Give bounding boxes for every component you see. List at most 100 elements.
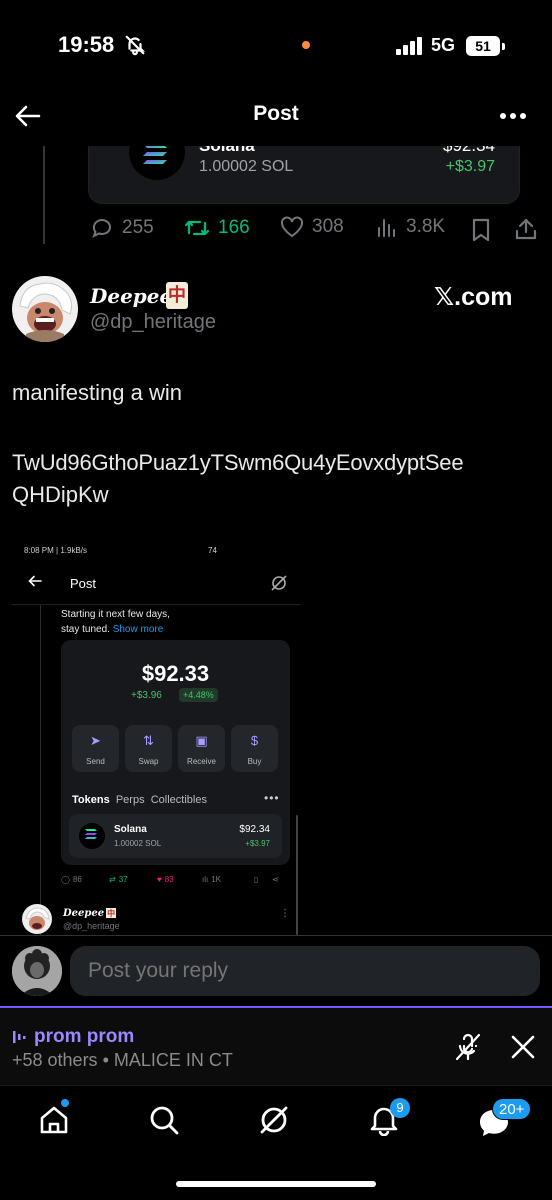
reply-input[interactable] — [70, 946, 540, 996]
image-mahjong-emoji: 中 — [106, 908, 117, 918]
author-display-name[interactable]: Deepee — [90, 284, 172, 308]
image-views-count: 1K — [211, 875, 222, 884]
space-title[interactable]: prom prom — [12, 1026, 134, 1048]
x-com-logo[interactable]: 𝕏.com — [434, 282, 513, 312]
image-like: ♥ 83 — [157, 875, 174, 884]
image-token-row: Solana 1.00002 SOL $92.34 +$3.97 — [69, 814, 282, 858]
current-user-avatar[interactable] — [12, 946, 62, 996]
image-like-count: 83 — [164, 875, 174, 884]
image-status-right: 74 — [208, 546, 217, 555]
network-type: 5G — [431, 35, 456, 55]
image-balance-delta: +$3.96 — [131, 690, 162, 701]
image-send-action: ➤ Send — [72, 725, 119, 772]
home-icon[interactable] — [38, 1104, 70, 1136]
image-divider — [12, 604, 300, 605]
image-repost-icon: ⇄ — [109, 875, 116, 884]
reply-button[interactable]: 255 — [90, 216, 154, 240]
image-text-line: Starting it next few days, — [61, 609, 170, 620]
image-thread-line — [40, 605, 41, 935]
image-action-label: Swap — [138, 757, 159, 766]
views-button[interactable]: 3.8K — [376, 216, 445, 238]
image-reply: ◯ 86 — [61, 875, 82, 884]
author-avatar[interactable] — [12, 276, 78, 342]
author-handle[interactable]: @dp_heritage — [90, 311, 216, 334]
image-token-name: Solana — [114, 824, 147, 835]
repost-icon — [184, 220, 210, 236]
reply-count: 255 — [122, 217, 154, 238]
previous-token-name: Solana — [199, 146, 255, 156]
repost-count: 166 — [218, 217, 250, 238]
image-more-dots-icon: ••• — [264, 791, 280, 805]
messages-badge: 20+ — [492, 1098, 532, 1120]
image-repost-count: 37 — [118, 875, 128, 884]
home-indicator[interactable] — [176, 1181, 376, 1187]
live-space-bar[interactable]: prom prom +58 others • MALICE IN CT — [0, 1008, 552, 1085]
image-author-name-text: Deepee — [63, 908, 105, 919]
image-views: ılı 1K — [202, 875, 221, 884]
qr-code-icon: ▣ — [195, 733, 208, 748]
image-title: Post — [70, 576, 97, 591]
privacy-indicator-dot — [302, 41, 310, 49]
repost-button[interactable]: 166 — [184, 216, 250, 240]
image-tab-collectibles: Collectibles — [150, 794, 207, 806]
image-balance-pct: +4.48% — [179, 688, 218, 702]
image-wallet-card: $92.33 +$3.96 +4.48% ➤ Send ⇅ Swap ▣ Receiv… — [61, 640, 290, 865]
image-balance: $92.33 — [141, 661, 210, 686]
page-title: Post — [253, 102, 299, 125]
heart-icon — [281, 216, 303, 238]
image-action-label: Receive — [187, 757, 216, 766]
bookmark-icon[interactable] — [470, 218, 492, 242]
image-solana-icon — [79, 823, 105, 849]
previous-post-image-card[interactable]: Solana 1.00002 SOL $92.34 +$3.97 — [88, 146, 520, 204]
battery-nub — [502, 43, 505, 50]
image-kebab-icon: ⋮ — [280, 908, 290, 919]
views-chart-icon — [378, 219, 395, 237]
image-swap-action: ⇅ Swap — [125, 725, 172, 772]
image-author-handle: @dp_heritage — [63, 921, 120, 931]
space-title-text: prom prom — [34, 1026, 135, 1047]
image-share-icon: ⋖ — [272, 875, 279, 884]
image-author-name: Deepee 中 — [63, 908, 117, 919]
bell-off-icon — [125, 35, 145, 56]
reply-icon — [92, 219, 111, 239]
image-reply-icon: ◯ — [61, 875, 70, 884]
image-text-line: stay tuned. Show more — [61, 624, 163, 635]
image-text-line2: stay tuned. — [61, 624, 110, 635]
post-image[interactable]: 8:08 PM | 1.9kB/s 74 Post Starting it ne… — [12, 540, 300, 935]
grok-icon[interactable] — [258, 1104, 290, 1136]
previous-token-amount: 1.00002 SOL — [199, 158, 294, 175]
image-token-value: $92.34 — [239, 824, 270, 835]
image-show-more: Show more — [112, 624, 164, 635]
send-icon: ➤ — [90, 733, 101, 748]
image-action-label: Send — [86, 757, 105, 766]
cell-signal-icon — [396, 37, 422, 55]
solana-token-icon — [129, 146, 185, 180]
mic-off-icon[interactable] — [453, 1032, 483, 1062]
search-icon[interactable] — [148, 1104, 180, 1136]
post-text-line: manifesting a win — [12, 380, 182, 405]
close-icon[interactable] — [510, 1034, 536, 1060]
image-token-change: +$3.97 — [245, 839, 270, 848]
post-text-address-end: QHDipKw — [12, 482, 109, 507]
like-button[interactable]: 308 — [280, 216, 344, 238]
more-options-icon[interactable] — [498, 104, 528, 128]
share-icon[interactable] — [514, 217, 538, 241]
views-count: 3.8K — [406, 216, 446, 237]
image-back-arrow-icon — [28, 575, 42, 587]
image-grok-logo-icon — [271, 575, 287, 591]
image-tabs: Tokens Perps Collectibles — [72, 794, 207, 806]
thread-line — [43, 146, 45, 244]
audio-wave-icon — [13, 1031, 26, 1043]
image-tab-tokens: Tokens — [72, 794, 110, 806]
swap-icon: ⇅ — [143, 733, 154, 748]
image-reply-count: 86 — [72, 875, 82, 884]
notifications-badge: 9 — [390, 1098, 410, 1118]
bottom-navigation: 9 20+ — [0, 1085, 552, 1200]
image-scrollbar — [296, 815, 298, 935]
image-repost: ⇄ 37 — [109, 875, 128, 884]
post-text-address: TwUd96GthoPuaz1yTSwm6Qu4yEovxdyptSee — [12, 450, 464, 475]
space-subtitle: +58 others • MALICE IN CT — [12, 1050, 233, 1070]
home-unread-dot — [61, 1099, 69, 1107]
image-receive-action: ▣ Receive — [178, 725, 225, 772]
reply-divider — [0, 935, 552, 936]
